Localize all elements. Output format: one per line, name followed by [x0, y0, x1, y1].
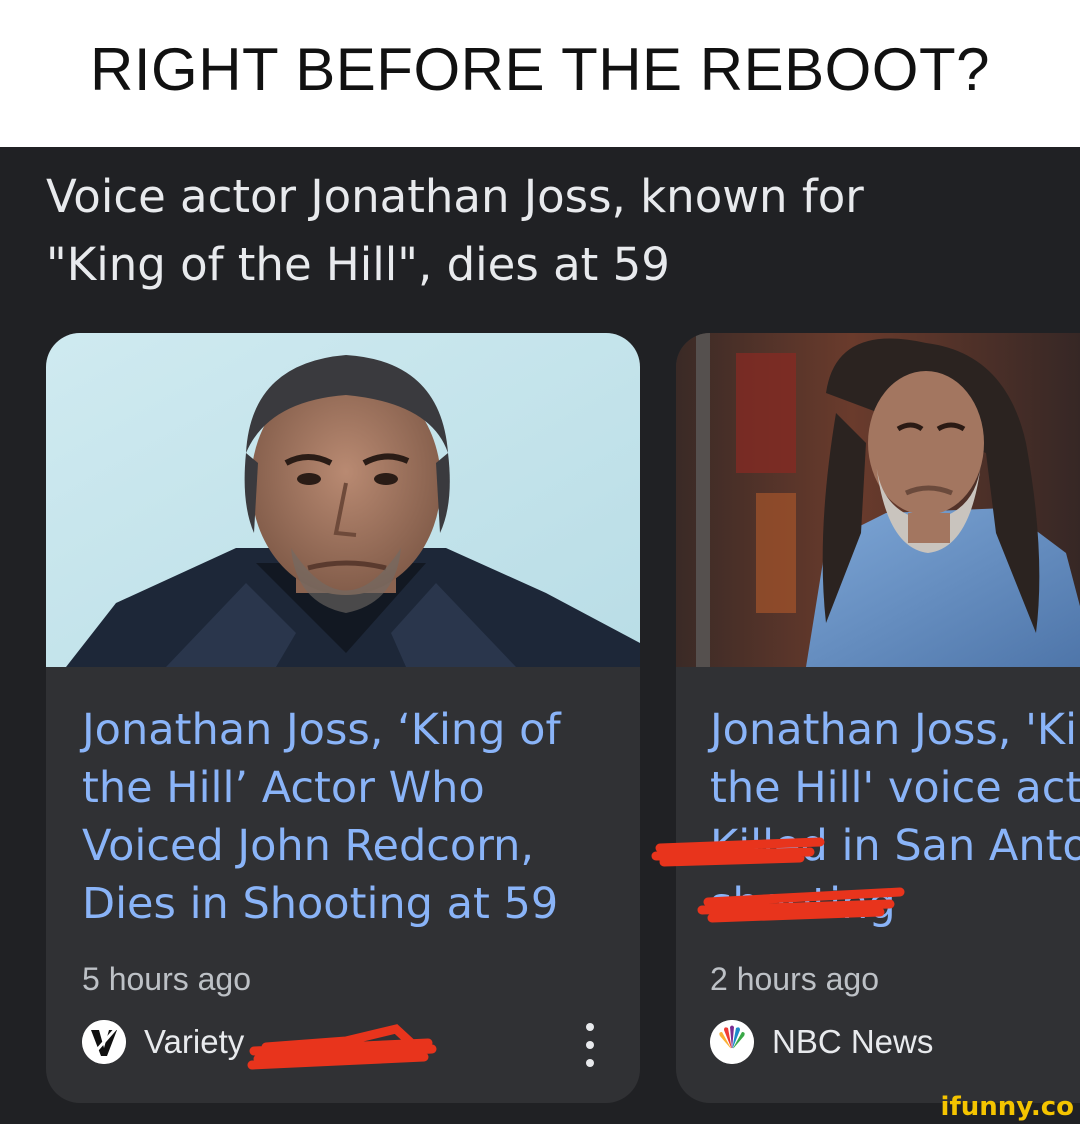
redacted-word: ooting — [297, 879, 433, 929]
actor-portrait-image — [46, 333, 640, 667]
nbc-peacock-logo-icon — [710, 1020, 754, 1064]
headline-line-4: shooting — [710, 879, 896, 929]
ifunny-watermark: ifunny.co — [940, 1092, 1074, 1122]
article-headline-variety[interactable]: Jonathan Joss, ‘King of the Hill’ Actor … — [82, 701, 640, 933]
source-name: Variety — [144, 1023, 245, 1060]
top-stories-heading: Voice actor Jonathan Joss, known for "Ki… — [46, 163, 1026, 299]
headline-line-1: Jonathan Joss, ‘King of — [82, 705, 561, 755]
heading-line-1: Voice actor Jonathan Joss, known for — [46, 170, 864, 223]
headline-line-3: Killed in San Antonio — [710, 817, 1080, 875]
headline-fragment-before-redaction: Dies in Sh — [82, 879, 297, 929]
news-screen: Voice actor Jonathan Joss, known for "Ki… — [0, 147, 1080, 1124]
article-time: 2 hours ago — [710, 961, 880, 997]
article-thumbnail-nbc[interactable] — [676, 333, 1080, 667]
redacted-word: Killed — [710, 821, 828, 871]
more-vert-icon[interactable] — [580, 1023, 600, 1067]
headline-line-1: Jonathan Joss, 'King of — [710, 705, 1080, 755]
actor-photo-image — [676, 333, 1080, 667]
headline-line-2: the Hill' voice actor — [710, 763, 1080, 813]
variety-logo-icon — [82, 1020, 126, 1064]
source-variety[interactable]: Variety — [82, 1015, 244, 1069]
meme-caption-text: RIGHT BEFORE THE REBOOT? — [90, 36, 990, 103]
red-scribble-redaction — [247, 1024, 437, 1070]
news-card-nbc[interactable]: Jonathan Joss, 'King of the Hill' voice … — [676, 333, 1080, 1103]
source-name: NBC News — [772, 1023, 934, 1060]
headline-line-2: the Hill’ Actor Who — [82, 763, 485, 813]
article-thumbnail-variety[interactable] — [46, 333, 640, 667]
headline-fragment-after-redaction: at 59 — [432, 879, 559, 929]
heading-line-2: "King of the Hill", dies at 59 — [46, 238, 670, 291]
news-card-variety[interactable]: Jonathan Joss, ‘King of the Hill’ Actor … — [46, 333, 640, 1103]
headline-fragment-after-redaction: in San Antonio — [841, 821, 1080, 871]
headline-line-4: Dies in Shooting at 59 — [82, 875, 640, 933]
article-headline-nbc[interactable]: Jonathan Joss, 'King of the Hill' voice … — [710, 701, 1080, 933]
meme-caption: RIGHT BEFORE THE REBOOT? — [0, 0, 1080, 147]
source-nbc-news[interactable]: NBC News — [710, 1015, 933, 1069]
headline-line-3: Voiced John Redcorn, — [82, 821, 535, 871]
article-time: 5 hours ago — [82, 961, 252, 997]
